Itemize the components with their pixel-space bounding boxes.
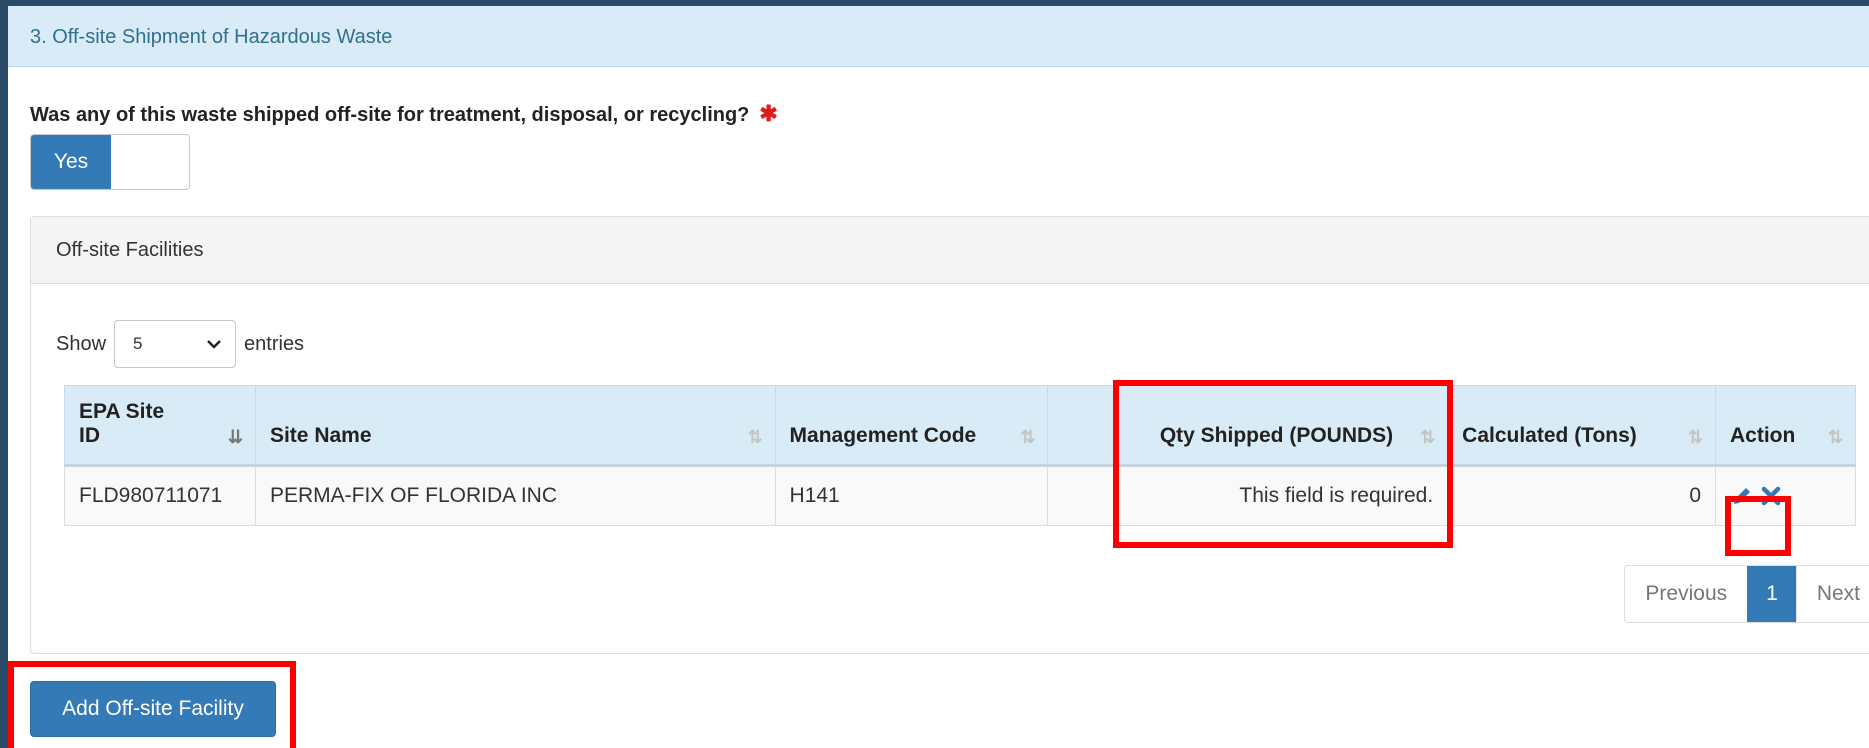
question-text: Was any of this waste shipped off-site f…	[30, 104, 750, 126]
section-heading: 3. Off-site Shipment of Hazardous Waste	[8, 6, 1869, 67]
sort-icon: ⇅	[1687, 427, 1703, 447]
col-management-code[interactable]: Management Code ⇅	[774, 385, 1049, 467]
sort-icon: ⇅	[1420, 427, 1436, 447]
col-label: EPA Site ID	[79, 400, 165, 447]
col-site-name[interactable]: Site Name ⇅	[254, 385, 776, 467]
facilities-title: Off-site Facilities	[56, 239, 204, 261]
table-row: FLD980711071 PERMA-FIX OF FLORIDA INC H1…	[64, 465, 1856, 526]
table-header-row: EPA Site ID ⇊ Site Name ⇅ Management Cod…	[64, 385, 1856, 467]
pagination-previous[interactable]: Previous	[1625, 566, 1748, 622]
col-label: Qty Shipped (POUNDS)	[1159, 424, 1394, 447]
col-label: Management Code	[789, 424, 977, 447]
page-length-control: Show 5 entries	[56, 320, 304, 368]
cell-epa-site-id: FLD980711071	[64, 465, 256, 526]
offsite-toggle[interactable]: Yes	[30, 134, 190, 190]
toggle-yes[interactable]: Yes	[31, 135, 111, 189]
col-calculated-tons[interactable]: Calculated (Tons) ⇅	[1447, 385, 1716, 467]
cell-management-code: H141	[774, 465, 1049, 526]
facilities-table: EPA Site ID ⇊ Site Name ⇅ Management Cod…	[64, 385, 1856, 526]
sort-icon: ⇅	[1020, 427, 1036, 447]
col-action[interactable]: Action ⇅	[1715, 385, 1856, 467]
pencil-icon[interactable]	[1730, 484, 1754, 508]
main-panel: 3. Off-site Shipment of Hazardous Waste …	[8, 6, 1869, 748]
page-size-value: 5	[133, 334, 143, 353]
pagination-next[interactable]: Next	[1795, 566, 1869, 622]
col-label: Site Name	[269, 424, 372, 447]
col-label: Action	[1730, 424, 1796, 447]
facilities-panel: Off-site Facilities Show 5 entries EPA S…	[30, 216, 1869, 654]
offsite-question: Was any of this waste shipped off-site f…	[30, 101, 778, 127]
cell-qty-shipped-error: This field is required.	[1047, 465, 1449, 526]
pagination: Previous 1 Next	[1624, 565, 1869, 623]
page-size-select[interactable]: 5	[114, 320, 237, 368]
col-qty-shipped[interactable]: Qty Shipped (POUNDS) ⇅	[1047, 385, 1449, 467]
pagination-page-1[interactable]: 1	[1747, 566, 1796, 622]
col-label: Calculated (Tons)	[1462, 424, 1637, 447]
col-epa-site-id[interactable]: EPA Site ID ⇊	[64, 385, 256, 467]
sort-icon: ⇅	[1827, 427, 1843, 447]
required-marker: ✱	[759, 101, 778, 126]
facilities-heading: Off-site Facilities	[31, 217, 1869, 284]
cell-calculated-tons: 0	[1447, 465, 1716, 526]
section-title: 3. Off-site Shipment of Hazardous Waste	[30, 26, 393, 48]
entries-label: entries	[244, 332, 305, 355]
cell-actions	[1715, 465, 1856, 526]
show-label: Show	[56, 332, 107, 355]
close-icon[interactable]	[1760, 485, 1782, 507]
add-offsite-facility-button[interactable]: Add Off-site Facility	[30, 681, 276, 737]
cell-site-name: PERMA-FIX OF FLORIDA INC	[254, 465, 776, 526]
sort-ascending-icon: ⇊	[227, 427, 243, 447]
chevron-down-icon	[207, 340, 221, 349]
sort-icon: ⇅	[747, 427, 763, 447]
